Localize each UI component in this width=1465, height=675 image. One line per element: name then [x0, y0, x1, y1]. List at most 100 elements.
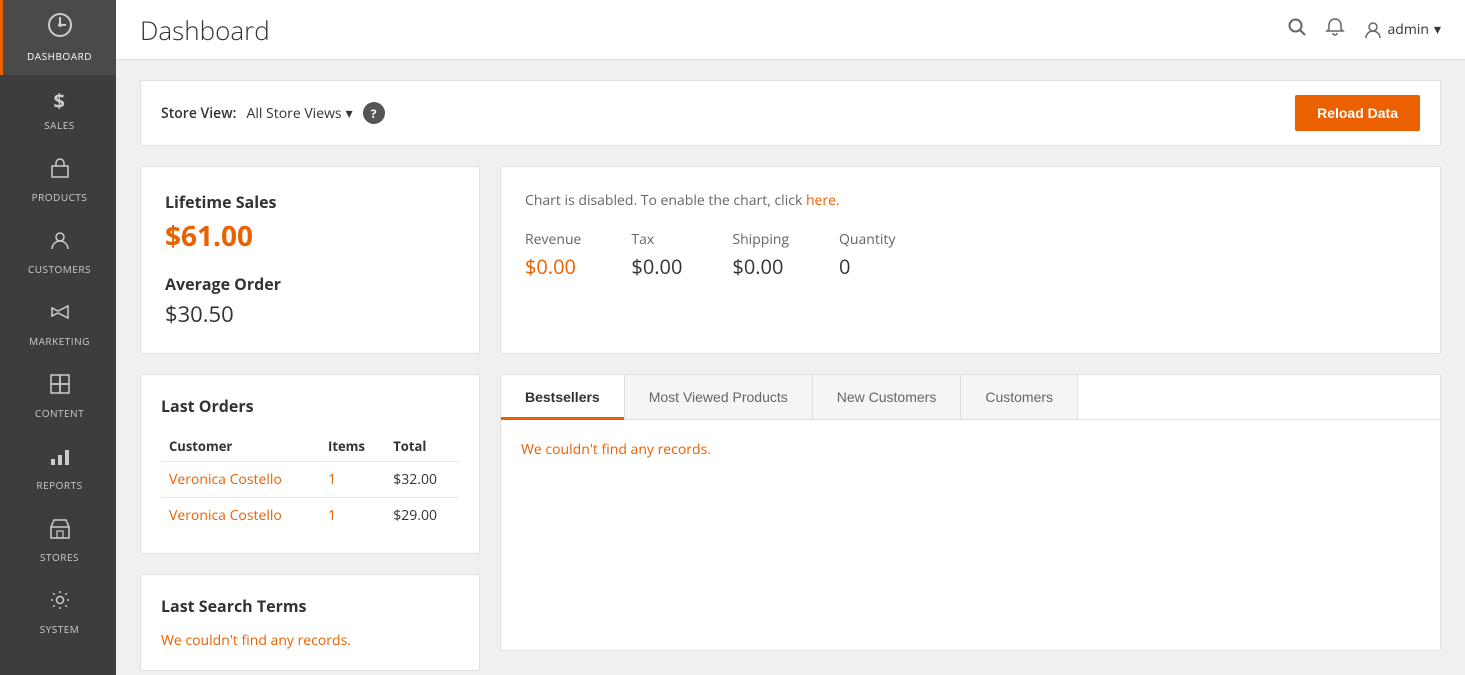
orders-table-head: Customer Items Total	[161, 431, 459, 462]
last-search-section: Last Search Terms We couldn't find any r…	[140, 574, 480, 671]
sidebar-item-sales[interactable]: $ SALES	[0, 75, 116, 144]
stats-grid: Lifetime Sales $61.00 Average Order $30.…	[140, 166, 1441, 354]
right-stats-panel: Chart is disabled. To enable the chart, …	[500, 166, 1441, 354]
store-view-label: Store View:	[161, 104, 236, 123]
chart-disabled-message: Chart is disabled. To enable the chart, …	[525, 191, 1416, 210]
customer-link-2[interactable]: Veronica Costello	[169, 506, 282, 525]
sales-icon: $	[54, 87, 66, 114]
last-orders-section: Last Orders Customer Items Total	[140, 374, 480, 554]
quantity-value: 0	[839, 253, 895, 280]
tab-customers[interactable]: Customers	[961, 375, 1078, 419]
col-total: Total	[385, 431, 459, 462]
orders-table-body: Veronica Costello 1 $32.00 Veronica Cost…	[161, 462, 459, 534]
notification-icon[interactable]	[1325, 16, 1345, 43]
avg-order-value: $30.50	[165, 299, 455, 329]
sidebar-item-system[interactable]: SYSTEM	[0, 576, 116, 648]
sidebar-item-content[interactable]: CONTENT	[0, 360, 116, 432]
user-dropdown-icon: ▾	[1434, 20, 1441, 39]
order-total-2: $29.00	[385, 498, 459, 534]
store-view-bar: Store View: All Store Views ▾ ? Reload D…	[140, 80, 1441, 146]
sidebar-item-reports[interactable]: REPORTS	[0, 432, 116, 504]
store-view-select[interactable]: All Store Views ▾	[246, 104, 352, 123]
sidebar-item-customers[interactable]: CUSTOMERS	[0, 216, 116, 288]
chart-enable-link[interactable]: here.	[806, 191, 840, 210]
topbar: Dashboard admin ▾	[116, 0, 1465, 60]
quantity-label: Quantity	[839, 230, 895, 249]
search-no-records: We couldn't find any records.	[161, 631, 459, 650]
items-link-1[interactable]: 1	[328, 470, 336, 489]
reports-icon	[49, 444, 71, 474]
search-icon[interactable]	[1287, 16, 1307, 43]
sidebar-item-marketing[interactable]: MARKETING	[0, 288, 116, 360]
reload-data-button[interactable]: Reload Data	[1295, 95, 1420, 131]
system-icon	[49, 588, 71, 618]
table-row: Veronica Costello 1 $32.00	[161, 462, 459, 498]
last-search-title: Last Search Terms	[161, 595, 459, 617]
dashboard-icon	[47, 12, 73, 45]
user-menu[interactable]: admin ▾	[1363, 20, 1441, 40]
sidebar-item-content-label: CONTENT	[35, 406, 84, 420]
store-view-value: All Store Views	[246, 104, 341, 123]
sidebar-item-dashboard-label: DASHBOARD	[27, 49, 92, 63]
sidebar-item-stores[interactable]: STORES	[0, 504, 116, 576]
customers-icon	[49, 228, 71, 258]
revenue-value: $0.00	[525, 253, 581, 280]
tab-most-viewed[interactable]: Most Viewed Products	[625, 375, 813, 419]
stores-icon	[49, 516, 71, 546]
main-content: Dashboard admin ▾	[116, 0, 1465, 675]
tabs-header: Bestsellers Most Viewed Products New Cus…	[501, 375, 1440, 420]
sidebar-item-sales-label: SALES	[44, 118, 75, 132]
metric-tax: Tax $0.00	[631, 230, 682, 280]
left-stats-panel: Lifetime Sales $61.00 Average Order $30.…	[140, 166, 480, 354]
store-view-left: Store View: All Store Views ▾ ?	[161, 102, 385, 124]
sidebar: DASHBOARD $ SALES PRODUCTS CUSTOMERS	[0, 0, 116, 675]
tabs-section: Bestsellers Most Viewed Products New Cus…	[500, 374, 1441, 651]
bottom-grid: Last Orders Customer Items Total	[140, 374, 1441, 671]
avg-order-label: Average Order	[165, 273, 455, 295]
orders-table-header-row: Customer Items Total	[161, 431, 459, 462]
dashboard-content: Store View: All Store Views ▾ ? Reload D…	[116, 60, 1465, 675]
sidebar-item-system-label: SYSTEM	[40, 622, 80, 636]
sidebar-item-reports-label: REPORTS	[36, 478, 82, 492]
shipping-value: $0.00	[732, 253, 789, 280]
customer-link-1[interactable]: Veronica Costello	[169, 470, 282, 489]
tab-no-records: We couldn't find any records.	[521, 440, 1420, 459]
page-title: Dashboard	[140, 12, 270, 48]
help-icon[interactable]: ?	[363, 102, 385, 124]
sidebar-item-marketing-label: MARKETING	[29, 334, 90, 348]
left-bottom-panel: Last Orders Customer Items Total	[140, 374, 480, 671]
orders-table: Customer Items Total Veronica Costello	[161, 431, 459, 533]
sidebar-item-products-label: PRODUCTS	[32, 190, 88, 204]
user-label: admin	[1388, 20, 1429, 39]
topbar-actions: admin ▾	[1287, 16, 1441, 43]
metric-revenue: Revenue $0.00	[525, 230, 581, 280]
metrics-row: Revenue $0.00 Tax $0.00 Shipping $0.00 Q…	[525, 230, 1416, 280]
tab-content: We couldn't find any records.	[501, 420, 1440, 479]
lifetime-sales-label: Lifetime Sales	[165, 191, 455, 213]
tab-bestsellers[interactable]: Bestsellers	[501, 375, 625, 419]
marketing-icon	[49, 300, 71, 330]
metric-shipping: Shipping $0.00	[732, 230, 789, 280]
tab-new-customers[interactable]: New Customers	[813, 375, 962, 419]
store-view-dropdown-icon: ▾	[346, 104, 353, 123]
metric-quantity: Quantity 0	[839, 230, 895, 280]
order-total-1: $32.00	[385, 462, 459, 498]
col-customer: Customer	[161, 431, 320, 462]
products-icon	[49, 156, 71, 186]
items-link-2[interactable]: 1	[328, 506, 336, 525]
content-icon	[49, 372, 71, 402]
tax-label: Tax	[631, 230, 682, 249]
col-items: Items	[320, 431, 385, 462]
order-customer-2: Veronica Costello	[161, 498, 320, 534]
revenue-label: Revenue	[525, 230, 581, 249]
order-customer-1: Veronica Costello	[161, 462, 320, 498]
last-orders-title: Last Orders	[161, 395, 459, 417]
lifetime-sales-value: $61.00	[165, 217, 455, 255]
tax-value: $0.00	[631, 253, 682, 280]
sidebar-item-stores-label: STORES	[40, 550, 79, 564]
shipping-label: Shipping	[732, 230, 789, 249]
sidebar-item-customers-label: CUSTOMERS	[28, 262, 91, 276]
sidebar-item-products[interactable]: PRODUCTS	[0, 144, 116, 216]
sidebar-item-dashboard[interactable]: DASHBOARD	[0, 0, 116, 75]
order-items-2: 1	[320, 498, 385, 534]
